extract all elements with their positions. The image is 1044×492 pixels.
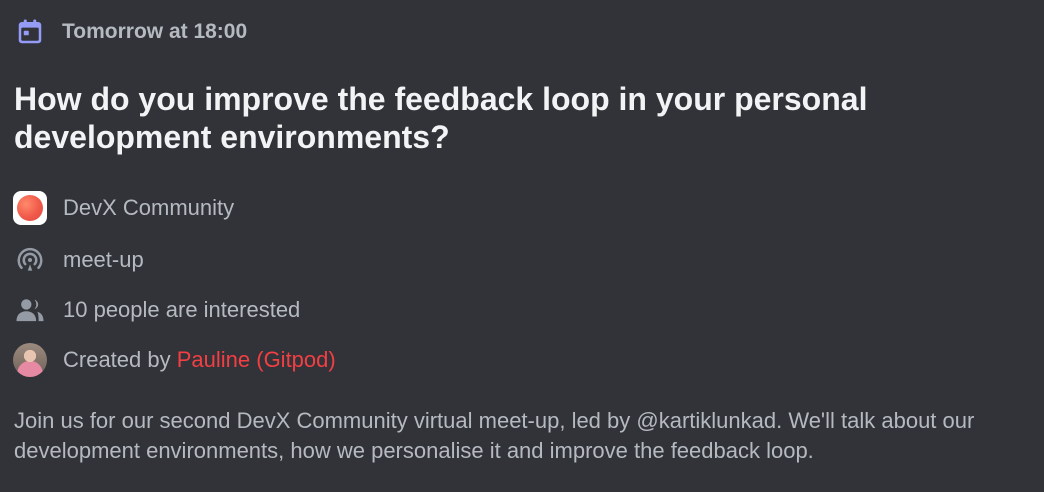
- event-schedule: Tomorrow at 18:00: [14, 14, 247, 50]
- stage-channel-icon: [12, 242, 48, 278]
- server-logo: [12, 190, 48, 226]
- server-name: DevX Community: [63, 195, 235, 220]
- creator-name[interactable]: Pauline (Gitpod): [177, 347, 336, 372]
- interested-count: 10 people are interested: [63, 297, 301, 322]
- creator-row: Created by Pauline (Gitpod): [12, 340, 336, 380]
- interested-row: 10 people are interested: [12, 290, 300, 330]
- channel-name: meet-up: [63, 247, 144, 272]
- created-by-prefix: Created by: [63, 347, 177, 372]
- avatar[interactable]: [12, 342, 48, 378]
- server-row[interactable]: DevX Community: [12, 188, 234, 228]
- channel-row[interactable]: meet-up: [12, 240, 144, 280]
- calendar-icon: [14, 16, 46, 48]
- creator-label: Created by Pauline (Gitpod): [63, 347, 336, 373]
- people-icon: [12, 292, 48, 328]
- event-time: Tomorrow at 18:00: [62, 20, 248, 43]
- event-card: Tomorrow at 18:00 How do you improve the…: [0, 0, 1044, 492]
- event-description: Join us for our second DevX Community vi…: [14, 408, 975, 463]
- event-title: How do you improve the feedback loop in …: [14, 81, 868, 155]
